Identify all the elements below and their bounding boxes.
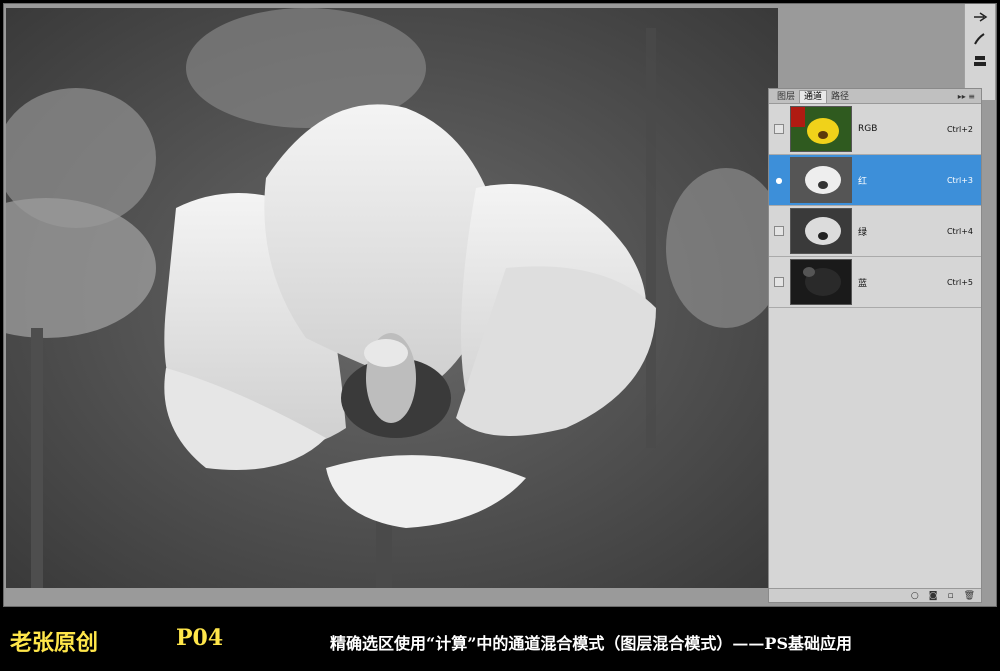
- author-signature: 老张原创: [10, 630, 99, 656]
- channel-shortcut: Ctrl+4: [946, 226, 973, 236]
- stamp-tool-icon[interactable]: [969, 52, 991, 70]
- visibility-toggle[interactable]: [774, 124, 784, 134]
- tool-strip: [964, 4, 995, 100]
- channel-name: 绿: [858, 227, 868, 238]
- photoshop-window: 图层 通道 路径 ▸▸ ≡ RGB Ctrl+2 ● 红 Ctrl+3 绿 Ct…: [0, 0, 1000, 671]
- visibility-toggle[interactable]: [774, 277, 784, 287]
- channel-thumbnail-blue: [790, 259, 852, 305]
- delete-channel-icon[interactable]: 🗑: [964, 591, 975, 601]
- brush-tool-icon[interactable]: [969, 30, 991, 48]
- channel-name: 蓝: [858, 278, 868, 289]
- channel-shortcut: Ctrl+3: [946, 175, 973, 185]
- channel-shortcut: Ctrl+5: [946, 277, 973, 287]
- load-selection-icon[interactable]: ○: [911, 591, 919, 601]
- panel-menu-icon[interactable]: ▸▸ ≡: [958, 91, 975, 103]
- tulip-photo: [6, 8, 778, 588]
- tutorial-caption: 精确选区使用“计算”中的通道混合模式（图层混合模式）——PS基础应用: [330, 634, 852, 653]
- panel-tabs: 图层 通道 路径 ▸▸ ≡: [769, 89, 981, 104]
- channel-thumbnail-red: [790, 157, 852, 203]
- channel-name: RGB: [858, 124, 878, 134]
- tab-layers[interactable]: 图层: [773, 91, 799, 103]
- tab-paths[interactable]: 路径: [827, 91, 853, 103]
- channels-panel: 图层 通道 路径 ▸▸ ≡ RGB Ctrl+2 ● 红 Ctrl+3 绿 Ct…: [768, 88, 982, 603]
- channel-row-rgb[interactable]: RGB Ctrl+2: [769, 104, 981, 155]
- save-selection-icon[interactable]: ◙: [929, 591, 938, 601]
- channel-thumbnail-rgb: [790, 106, 852, 152]
- channel-shortcut: Ctrl+2: [946, 124, 973, 134]
- channel-row-blue[interactable]: 蓝 Ctrl+5: [769, 257, 981, 308]
- eye-icon[interactable]: ●: [774, 175, 784, 185]
- channel-thumbnail-green: [790, 208, 852, 254]
- visibility-toggle[interactable]: [774, 226, 784, 236]
- channel-name: 红: [858, 176, 868, 187]
- tab-channels[interactable]: 通道: [799, 90, 828, 103]
- page-number: P04: [176, 625, 224, 651]
- channel-row-red[interactable]: ● 红 Ctrl+3: [769, 155, 981, 206]
- pen-tool-icon[interactable]: [969, 8, 991, 26]
- new-channel-icon[interactable]: ▫: [947, 591, 953, 601]
- channel-row-green[interactable]: 绿 Ctrl+4: [769, 206, 981, 257]
- document-canvas[interactable]: [6, 8, 778, 588]
- panel-footer: ○ ◙ ▫ 🗑: [769, 588, 981, 602]
